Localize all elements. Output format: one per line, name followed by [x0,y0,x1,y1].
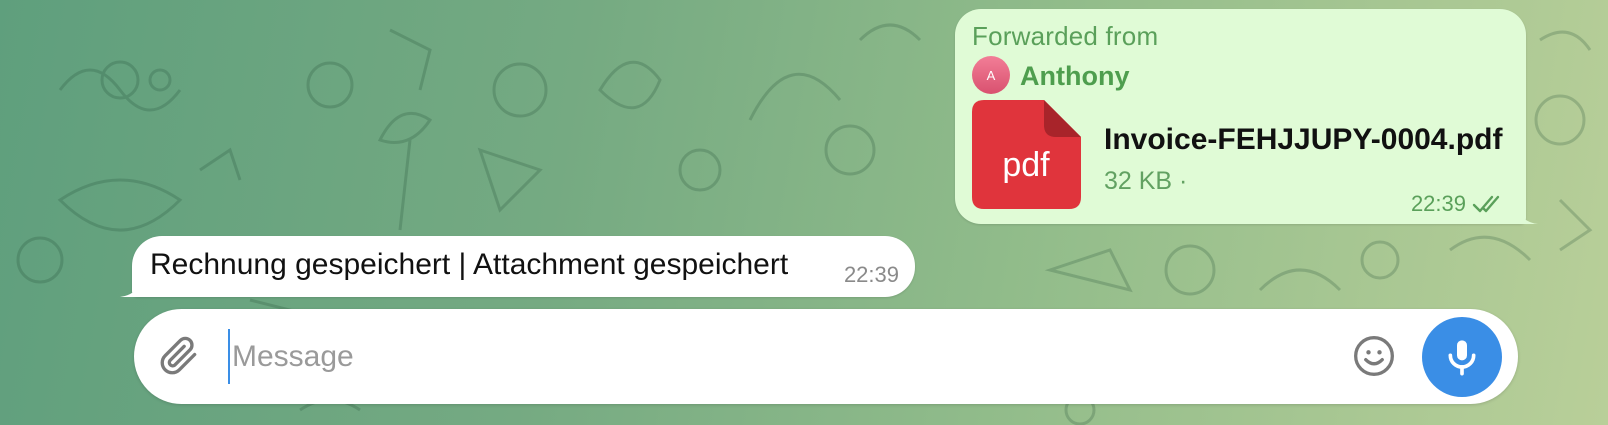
file-size: 32 KB · [1104,167,1188,195]
smiley-icon [1354,336,1394,376]
forwarded-from-label: Forwarded from [972,21,1159,51]
avatar-initial: A [986,67,996,83]
message-composer [134,309,1518,404]
microphone-icon [1448,340,1476,376]
bubble-tail [120,277,142,297]
paperclip-icon [160,336,197,375]
bubble-tail [1516,204,1538,224]
message-input[interactable] [228,329,1332,384]
pdf-file-icon[interactable]: pdf [972,100,1081,209]
forwarded-author-name[interactable]: Anthony [1020,61,1129,92]
message-text: Rechnung gespeichert | Attachment gespei… [150,248,789,281]
double-check-icon [1472,195,1500,213]
pdf-type-label: pdf [1002,146,1050,184]
outgoing-forwarded-message[interactable]: Forwarded from A Anthony pdf Invoice-FEH… [955,9,1538,224]
attach-button[interactable] [154,331,204,381]
file-name[interactable]: Invoice-FEHJJUPY-0004.pdf [1104,123,1502,157]
voice-record-button[interactable] [1422,317,1502,397]
message-time: 22:39 [1410,191,1466,216]
emoji-button[interactable] [1349,331,1399,381]
message-time: 22:39 [843,262,899,287]
avatar[interactable]: A [972,56,1010,94]
incoming-message[interactable]: Rechnung gespeichert | Attachment gespei… [120,236,915,297]
